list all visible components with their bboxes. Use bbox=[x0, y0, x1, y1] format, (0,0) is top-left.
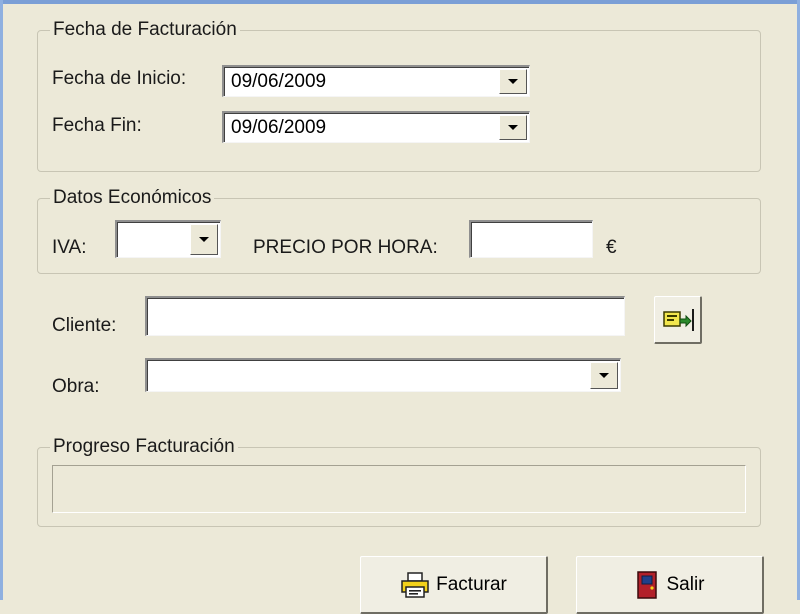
door-icon bbox=[637, 570, 658, 599]
client-lookup-icon bbox=[662, 308, 694, 331]
start-date-value: 09/06/2009 bbox=[231, 71, 327, 92]
start-date-combo[interactable]: 09/06/2009 bbox=[222, 65, 530, 97]
end-date-dropdown-button[interactable] bbox=[499, 115, 527, 140]
chevron-down-icon bbox=[508, 125, 518, 130]
client-lookup-button[interactable] bbox=[654, 296, 702, 344]
price-per-hour-input[interactable] bbox=[469, 220, 593, 258]
currency-symbol: € bbox=[606, 237, 617, 258]
end-date-value: 09/06/2009 bbox=[231, 117, 327, 138]
printer-icon bbox=[401, 571, 429, 598]
invoice-button-label: Facturar bbox=[436, 573, 507, 595]
work-dropdown-button[interactable] bbox=[590, 362, 618, 389]
start-date-label: Fecha de Inicio: bbox=[52, 68, 187, 89]
start-date-dropdown-button[interactable] bbox=[499, 69, 527, 94]
price-per-hour-label: PRECIO POR HORA: bbox=[253, 237, 438, 258]
iva-dropdown-button[interactable] bbox=[190, 224, 218, 255]
iva-combo[interactable] bbox=[115, 220, 221, 258]
progress-title: Progreso Facturación bbox=[50, 436, 238, 458]
economic-data-title: Datos Económicos bbox=[50, 187, 215, 209]
chevron-down-icon bbox=[508, 79, 518, 84]
end-date-label: Fecha Fin: bbox=[52, 115, 142, 136]
invoice-button[interactable]: Facturar bbox=[360, 556, 548, 614]
work-combo[interactable] bbox=[145, 358, 621, 392]
iva-label: IVA: bbox=[52, 237, 87, 258]
exit-button[interactable]: Salir bbox=[576, 556, 764, 614]
client-input[interactable] bbox=[145, 296, 625, 336]
chevron-down-icon bbox=[599, 373, 609, 378]
window-left-border bbox=[0, 0, 3, 600]
window-top-border bbox=[0, 0, 800, 4]
end-date-combo[interactable]: 09/06/2009 bbox=[222, 111, 530, 143]
exit-button-label: Salir bbox=[666, 573, 705, 595]
chevron-down-icon bbox=[199, 237, 209, 242]
client-label: Cliente: bbox=[52, 315, 117, 336]
billing-dates-title: Fecha de Facturación bbox=[50, 19, 240, 41]
billing-dates-group: Fecha de Facturación bbox=[37, 19, 761, 172]
work-label: Obra: bbox=[52, 376, 100, 397]
billing-progress-bar bbox=[52, 465, 746, 513]
